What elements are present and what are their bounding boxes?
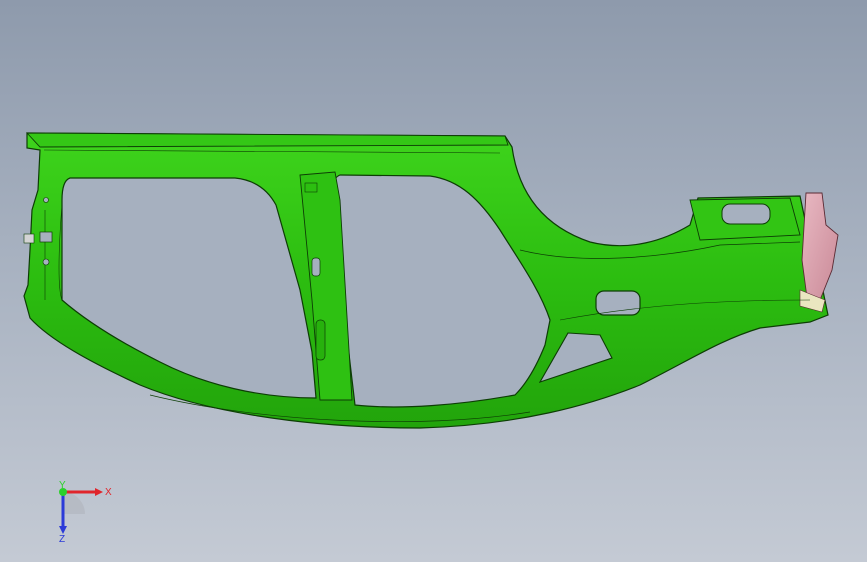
x-axis-arrow [95, 488, 103, 496]
y-axis-label: Y [59, 480, 66, 491]
graphics-viewport[interactable]: X Y Z [0, 0, 867, 562]
tail-slot [721, 203, 771, 225]
z-axis-arrow [59, 526, 67, 534]
z-axis-label: Z [59, 534, 65, 545]
x-axis-label: X [105, 487, 112, 498]
fuel-filler-opening [595, 290, 641, 316]
side-panel-model[interactable] [0, 0, 867, 562]
highlighted-bracket [801, 192, 839, 306]
coordinate-triad: X Y Z [59, 480, 112, 545]
hinge-slot [39, 231, 53, 243]
pillar-slot [311, 257, 321, 277]
